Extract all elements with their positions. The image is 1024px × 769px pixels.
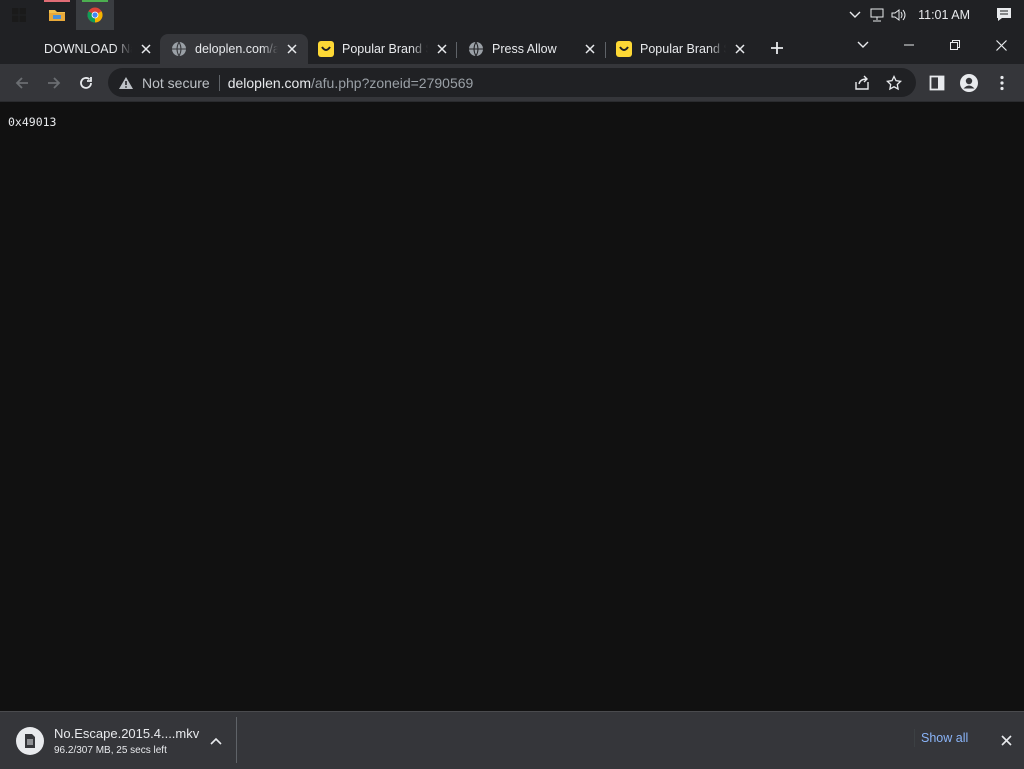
download-options-button[interactable]	[206, 731, 226, 751]
chevron-down-icon	[857, 41, 869, 48]
side-panel-button[interactable]	[922, 69, 952, 97]
tab-close-icon[interactable]	[582, 41, 598, 57]
folder-icon	[49, 10, 65, 21]
tab-title: DOWNLOAD Na	[44, 42, 132, 56]
windows-start-button[interactable]	[0, 0, 38, 30]
tab-deloplen[interactable]: deloplen.com/a	[160, 34, 308, 64]
chrome-menu-button[interactable]	[987, 69, 1017, 97]
star-icon	[886, 74, 902, 90]
arrow-right-icon	[48, 77, 61, 89]
page-content: 0x49013	[0, 102, 1024, 711]
tab-separator	[456, 42, 457, 58]
close-download-shelf-button[interactable]	[996, 730, 1016, 750]
tab-close-icon[interactable]	[284, 41, 300, 57]
close-icon	[1000, 734, 1012, 746]
tab-close-icon[interactable]	[138, 41, 154, 57]
restore-icon	[950, 40, 960, 50]
download-separator	[236, 717, 237, 763]
url-host[interactable]: deloplen.com	[228, 75, 311, 91]
chevron-up-icon	[210, 737, 222, 745]
show-all-downloads-link[interactable]: Show all	[914, 729, 974, 747]
tab-close-icon[interactable]	[434, 41, 450, 57]
smile-icon	[318, 41, 334, 57]
new-tab-button[interactable]	[765, 36, 789, 60]
globe-icon	[469, 41, 483, 57]
tab-title: Popular Brand S	[342, 42, 428, 56]
minimize-icon	[904, 44, 914, 46]
tab-separator	[605, 42, 606, 58]
notification-center-icon[interactable]	[984, 0, 1024, 30]
smile-icon	[616, 41, 632, 57]
chrome-icon	[87, 7, 103, 23]
taskbar-chrome[interactable]	[76, 0, 114, 30]
arrow-left-icon	[15, 77, 28, 89]
tab-search-button[interactable]	[840, 30, 886, 60]
url-path[interactable]: /afu.php?zoneid=2790569	[311, 75, 473, 91]
back-button[interactable]	[8, 69, 36, 97]
download-filename: No.Escape.2015.4....mkv	[54, 726, 200, 741]
file-icon	[16, 727, 44, 755]
tab-title: deloplen.com/a	[195, 42, 278, 56]
windows-taskbar: 11:01 AM	[0, 0, 1024, 30]
close-window-button[interactable]	[978, 30, 1024, 60]
tab-press-allow[interactable]: Press Allow	[468, 34, 598, 64]
tray-chevron-up-icon[interactable]	[844, 0, 866, 30]
share-icon	[855, 75, 869, 90]
download-status: 96.2/307 MB, 25 secs left	[54, 745, 167, 756]
globe-icon	[172, 41, 186, 57]
reload-icon	[80, 77, 92, 89]
browser-toolbar: Not secure deloplen.com/afu.php?zoneid=2…	[0, 64, 1024, 102]
address-bar[interactable]: Not secure deloplen.com/afu.php?zoneid=2…	[108, 68, 916, 97]
page-body-text: 0x49013	[8, 115, 57, 129]
omnibox-divider	[218, 74, 220, 91]
tab-title: Press Allow	[492, 42, 557, 56]
tab-title: Popular Brand S	[640, 42, 726, 56]
taskbar-clock[interactable]: 11:01 AM	[910, 8, 984, 22]
plus-icon	[771, 42, 783, 54]
reload-button[interactable]	[72, 69, 100, 97]
kebab-menu-icon	[1000, 75, 1004, 91]
bookmark-button[interactable]	[878, 68, 910, 97]
profile-icon	[960, 74, 978, 92]
network-icon[interactable]	[866, 0, 888, 30]
profile-button[interactable]	[954, 69, 984, 97]
share-button[interactable]	[846, 68, 878, 97]
security-label[interactable]: Not secure	[142, 75, 210, 91]
minimize-button[interactable]	[886, 30, 932, 60]
tab-popular-brand-1[interactable]: Popular Brand S	[318, 34, 450, 64]
taskbar-file-explorer[interactable]	[38, 0, 76, 30]
warning-triangle-icon[interactable]	[118, 75, 134, 91]
tab-popular-brand-2[interactable]: Popular Brand S	[616, 34, 748, 64]
download-shelf: No.Escape.2015.4....mkv 96.2/307 MB, 25 …	[0, 711, 1024, 769]
restore-button[interactable]	[932, 30, 978, 60]
windows-logo-icon	[12, 8, 26, 22]
download-item[interactable]: No.Escape.2015.4....mkv 96.2/307 MB, 25 …	[10, 720, 236, 762]
tab-download[interactable]: DOWNLOAD Na	[44, 34, 154, 64]
volume-icon[interactable]	[888, 0, 910, 30]
side-panel-icon	[929, 75, 945, 91]
close-icon	[995, 39, 1007, 51]
forward-button[interactable]	[40, 69, 68, 97]
tab-close-icon[interactable]	[732, 41, 748, 57]
